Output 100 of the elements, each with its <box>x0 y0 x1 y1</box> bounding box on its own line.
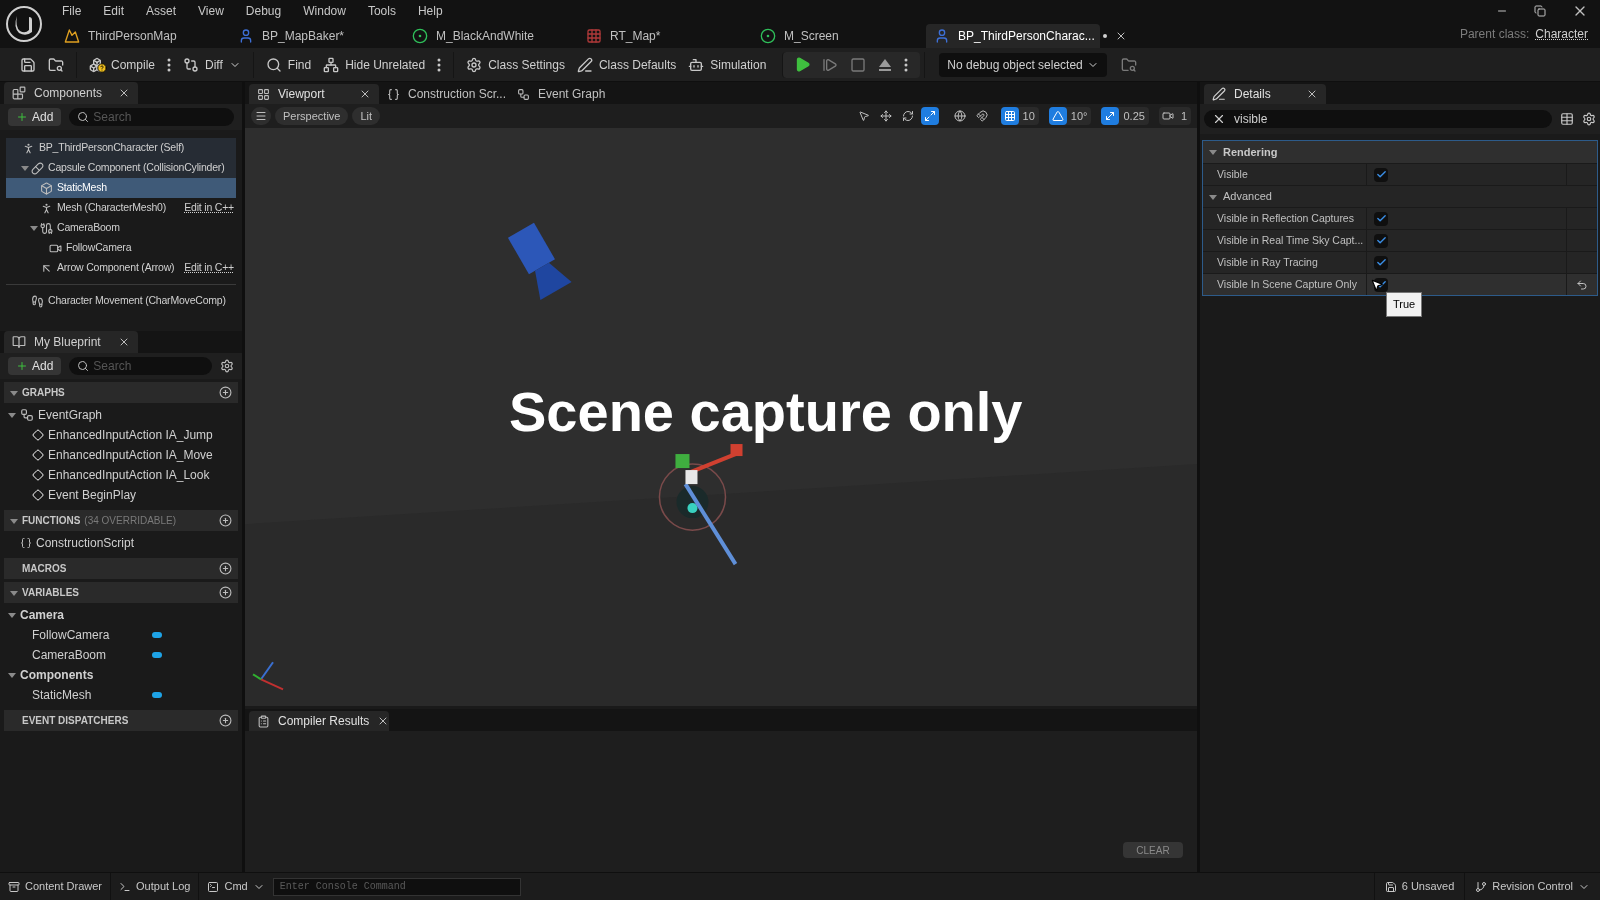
snap-toggle[interactable]: 10 <box>1000 107 1039 125</box>
blueprint-item[interactable]: Event BeginPlay <box>0 485 242 505</box>
checkbox[interactable] <box>1374 255 1388 270</box>
menu-item[interactable]: File <box>52 2 92 20</box>
search-field[interactable]: visible <box>1204 110 1552 128</box>
close-icon[interactable] <box>1306 88 1318 100</box>
expand-arrow-icon[interactable] <box>21 164 29 172</box>
blueprint-item[interactable]: Components <box>0 665 242 685</box>
blueprint-item[interactable]: StaticMesh <box>0 685 242 705</box>
editor-tab[interactable]: Construction Scr... <box>379 84 509 104</box>
settings-icon[interactable] <box>220 359 234 373</box>
blueprint-item[interactable]: ConstructionScript <box>0 533 242 553</box>
settings-icon[interactable] <box>1582 112 1596 126</box>
menu-item[interactable]: Window <box>293 2 356 20</box>
view-mode-button[interactable]: Perspective <box>275 107 349 125</box>
menu-item[interactable]: Debug <box>235 2 292 20</box>
blueprint-item[interactable]: Camera <box>0 605 242 625</box>
blueprint-item[interactable]: EventGraph <box>0 405 242 425</box>
blueprint-item[interactable]: EnhancedInputAction IA_Move <box>0 445 242 465</box>
search-field[interactable]: Search <box>69 357 212 375</box>
component-row[interactable]: StaticMesh <box>6 178 236 198</box>
add-icon[interactable] <box>219 562 232 575</box>
asset-tab[interactable]: M_Screen <box>752 24 926 48</box>
expand-arrow-icon[interactable] <box>30 224 38 232</box>
expand-arrow-icon[interactable] <box>1209 192 1217 201</box>
component-row[interactable]: CameraBoom <box>6 218 236 238</box>
search-field[interactable]: Search <box>69 108 234 126</box>
component-row[interactable]: FollowCamera <box>6 238 236 258</box>
panel-tab[interactable]: My Blueprint <box>4 331 138 353</box>
defaults-button[interactable]: Class Defaults <box>570 51 683 78</box>
editor-tab[interactable]: Viewport <box>249 84 379 104</box>
section-header[interactable]: MACROS <box>4 558 238 579</box>
editor-tab[interactable]: Event Graph <box>509 84 639 104</box>
add-icon[interactable] <box>219 386 232 399</box>
edit-in-cpp-link[interactable]: Edit in C++ <box>184 260 234 276</box>
add-button[interactable]: Add <box>8 108 62 126</box>
close-icon[interactable] <box>118 336 130 348</box>
close-icon[interactable] <box>118 87 130 99</box>
expand-arrow-icon[interactable] <box>8 671 16 679</box>
expand-arrow-icon[interactable] <box>10 588 18 597</box>
restore-icon[interactable] <box>1534 5 1546 17</box>
snap-toggle[interactable]: 10° <box>1048 107 1092 125</box>
section-header[interactable]: EVENT DISPATCHERS <box>4 710 238 731</box>
asset-tab[interactable]: ThirdPersonMap <box>56 24 230 48</box>
snap-toggle[interactable]: 0.25 <box>1101 107 1149 125</box>
section-header[interactable]: VARIABLES <box>4 582 238 603</box>
viewport-menu-button[interactable] <box>251 107 271 125</box>
lighting-button[interactable]: Lit <box>352 107 381 125</box>
group-header[interactable]: Advanced <box>1203 185 1597 207</box>
component-row[interactable]: Character Movement (CharMoveComp) <box>6 291 236 311</box>
menu-item[interactable]: View <box>188 2 234 20</box>
unsaved-button[interactable]: 6 Unsaved <box>1373 873 1465 900</box>
component-row[interactable]: Mesh (CharacterMesh0) Edit in C++ <box>6 198 236 218</box>
edit-in-cpp-link[interactable]: Edit in C++ <box>184 200 234 216</box>
cmd-dropdown[interactable]: Cmd <box>199 873 273 900</box>
panel-tab[interactable]: Compiler Results <box>249 711 389 731</box>
add-icon[interactable] <box>219 714 232 727</box>
blueprint-item[interactable]: EnhancedInputAction IA_Look <box>0 465 242 485</box>
content-drawer-button[interactable]: Content Drawer <box>0 873 112 900</box>
add-button[interactable]: Add <box>8 357 62 375</box>
reset-to-default-icon[interactable] <box>1576 278 1588 291</box>
panel-tab[interactable]: Details <box>1204 84 1326 104</box>
expand-arrow-icon[interactable] <box>10 388 18 397</box>
menu-item[interactable]: Asset <box>136 2 187 20</box>
snap-toggle[interactable]: 1 <box>1158 107 1191 125</box>
revision-control-button[interactable]: Revision Control <box>1464 873 1600 900</box>
panel-tab[interactable]: Components <box>4 82 138 104</box>
expand-arrow-icon[interactable] <box>8 611 16 619</box>
checkbox[interactable] <box>1374 211 1388 226</box>
section-header[interactable]: GRAPHS <box>4 382 238 403</box>
add-icon[interactable] <box>219 514 232 527</box>
table-icon[interactable] <box>1560 112 1574 126</box>
asset-tab[interactable]: BP_MapBaker* <box>230 24 404 48</box>
checkbox[interactable] <box>1374 233 1388 248</box>
clear-button[interactable]: CLEAR <box>1123 842 1183 858</box>
parent-class-link[interactable]: Character <box>1535 25 1588 43</box>
asset-tab[interactable]: RT_Map* <box>578 24 752 48</box>
blueprint-item[interactable]: FollowCamera <box>0 625 242 645</box>
blueprint-item[interactable]: CameraBoom <box>0 645 242 665</box>
expand-arrow-icon[interactable] <box>10 516 18 525</box>
diff-button[interactable]: Diff <box>177 51 247 78</box>
category-header[interactable]: Rendering <box>1203 141 1597 163</box>
asset-tab[interactable]: M_BlackAndWhite <box>404 24 578 48</box>
close-icon[interactable] <box>359 88 371 100</box>
hide-button[interactable]: Hide Unrelated <box>317 51 432 78</box>
component-row[interactable]: Arrow Component (Arrow) Edit in C++ <box>6 258 236 278</box>
output-log-button[interactable]: Output Log <box>111 873 200 900</box>
blueprint-item[interactable]: EnhancedInputAction IA_Jump <box>0 425 242 445</box>
scale-tool-button[interactable] <box>920 107 939 125</box>
engine-logo-icon[interactable] <box>5 5 43 43</box>
component-row[interactable]: Capsule Component (CollisionCylinder) <box>6 158 236 178</box>
add-icon[interactable] <box>219 586 232 599</box>
menu-item[interactable]: Tools <box>357 2 406 20</box>
console-input[interactable]: Enter Console Command <box>272 877 521 896</box>
simulation-button[interactable]: Simulation <box>682 51 773 78</box>
expand-arrow-icon[interactable] <box>1209 148 1217 156</box>
find-button[interactable]: Find <box>259 51 318 78</box>
component-row[interactable]: BP_ThirdPersonCharacter (Self) <box>6 138 236 158</box>
expand-arrow-icon[interactable] <box>8 411 16 419</box>
section-header[interactable]: FUNCTIONS (34 OVERRIDABLE) <box>4 510 238 531</box>
